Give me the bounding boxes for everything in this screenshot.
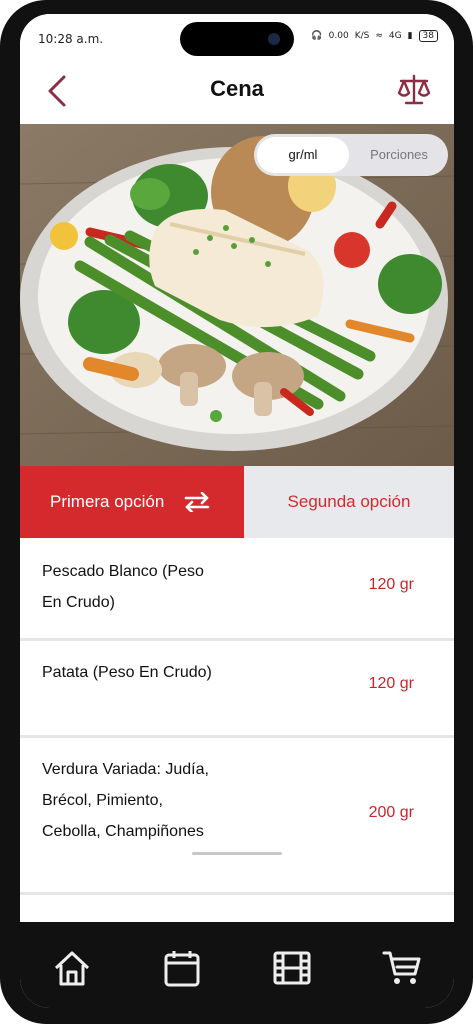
food-quantity: 120 gr xyxy=(368,675,414,692)
header: Cena xyxy=(20,58,454,124)
headphones-icon: 🎧 xyxy=(311,31,323,41)
calendar-icon[interactable] xyxy=(162,948,202,988)
signal-icon: ▮ xyxy=(407,31,413,41)
speed-value: 0.00 xyxy=(328,31,349,41)
wifi-icon: ≈ xyxy=(375,31,383,41)
list-item: Pescado Blanco (Peso En Crudo) 120 gr xyxy=(20,538,454,641)
home-icon[interactable] xyxy=(52,948,92,988)
food-name: Pescado Blanco (Peso En Crudo) xyxy=(42,563,204,611)
network-type: 4G xyxy=(388,31,402,41)
food-name: Verdura Variada: Judía, Brécol, Pimiento… xyxy=(42,761,209,840)
speed-unit: K/S xyxy=(354,31,370,41)
tab-first-option[interactable]: Primera opción xyxy=(20,466,244,538)
unit-toggle[interactable]: gr/ml Porciones xyxy=(254,134,448,176)
list-item: Patata (Peso En Crudo) 120 gr xyxy=(20,641,454,738)
scrollbar[interactable] xyxy=(192,852,282,855)
app-screen: 10:28 a.m. 🎧 0.00 K/S ≈ 4G ▮ 38 Cena gr/… xyxy=(20,14,454,1008)
cart-icon[interactable] xyxy=(382,948,422,988)
food-quantity: 200 gr xyxy=(368,804,414,821)
page-title: Cena xyxy=(210,76,264,101)
camera-notch xyxy=(180,22,294,56)
tab-second-option[interactable]: Segunda opción xyxy=(244,466,454,538)
food-quantity: 120 gr xyxy=(368,576,414,593)
balance-scale-icon[interactable] xyxy=(396,72,432,108)
food-list: Pescado Blanco (Peso En Crudo) 120 gr Pa… xyxy=(20,538,454,895)
bottom-nav xyxy=(20,922,454,1008)
phone-frame: 10:28 a.m. 🎧 0.00 K/S ≈ 4G ▮ 38 Cena gr/… xyxy=(0,0,473,1024)
list-item: Verdura Variada: Judía, Brécol, Pimiento… xyxy=(20,738,454,895)
toggle-grams[interactable]: gr/ml xyxy=(257,137,349,173)
status-icons: 🎧 0.00 K/S ≈ 4G ▮ 38 xyxy=(311,30,438,42)
swap-arrows-icon[interactable] xyxy=(184,492,210,512)
battery-level: 38 xyxy=(418,30,438,42)
status-time: 10:28 a.m. xyxy=(38,32,104,46)
option-tabs: Primera opción Segunda opción xyxy=(20,466,454,538)
film-icon[interactable] xyxy=(272,948,312,988)
tab-first-option-label: Primera opción xyxy=(50,492,165,511)
camera-icon xyxy=(268,33,280,45)
status-bar: 10:28 a.m. 🎧 0.00 K/S ≈ 4G ▮ 38 xyxy=(20,14,454,58)
food-name: Patata (Peso En Crudo) xyxy=(42,664,212,681)
toggle-portions[interactable]: Porciones xyxy=(353,137,445,173)
